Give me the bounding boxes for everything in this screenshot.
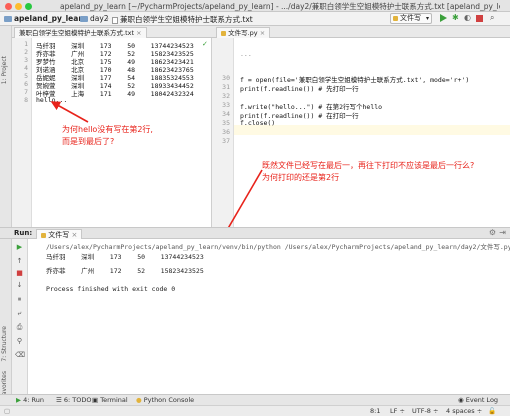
caret-position[interactable]: 8:1 — [370, 407, 380, 415]
console-output[interactable]: /Users/alex/PycharmProjects/apeland_py_l… — [28, 239, 510, 394]
status-bar: ▢ 8:1 LF ÷ UTF-8 ÷ 4 spaces ÷ 🔓 — [0, 405, 510, 416]
hide-panel-icon[interactable]: ⇥ — [499, 228, 506, 237]
console-command-line: /Users/alex/PycharmProjects/apeland_py_l… — [46, 243, 510, 251]
event-log-icon: ◉ — [458, 396, 464, 404]
run-panel-header: Run: 文件写 × ⚙ ⇥ — [0, 227, 510, 241]
python-icon — [41, 232, 46, 238]
run-panel-label: Run: — [14, 229, 33, 237]
python-icon: ● — [136, 396, 142, 404]
todo-tool-button[interactable]: ☰ 6: TODO — [56, 396, 92, 404]
event-log-tool-button[interactable]: ◉ Event Log — [458, 396, 498, 404]
pin-icon[interactable]: ⚲ — [15, 337, 24, 346]
terminal-tool-button[interactable]: ▣ Terminal — [92, 396, 128, 404]
trash-icon[interactable]: ⌫ — [15, 351, 25, 360]
close-icon[interactable]: × — [71, 231, 77, 239]
tool-window-bar: ▶ 4: Run ☰ 6: TODO ▣ Terminal ● Python C… — [0, 394, 510, 405]
console-output-line: 乔亦菲 广州 172 52 15823423525 — [46, 267, 204, 275]
rerun-icon[interactable]: ▶ — [15, 243, 24, 252]
python-console-tool-button[interactable]: ● Python Console — [136, 396, 194, 404]
soft-wrap-icon[interactable]: ⤶ — [15, 309, 24, 318]
line-separator[interactable]: LF ÷ — [390, 407, 405, 415]
indent-setting[interactable]: 4 spaces ÷ — [446, 407, 482, 415]
status-widget-icon[interactable]: ▢ — [4, 407, 10, 415]
file-encoding[interactable]: UTF-8 ÷ — [412, 407, 438, 415]
arrow-to-hello-line — [50, 101, 89, 123]
pause-icon[interactable]: ⏸ — [15, 295, 24, 304]
console-output-line: 马纤羽 深圳 173 50 13744234523 — [46, 253, 204, 261]
settings-gear-icon[interactable]: ⚙ — [489, 228, 496, 237]
run-tool-button[interactable]: ▶ 4: Run — [16, 396, 44, 404]
console-exit-line: Process finished with exit code 0 — [46, 285, 176, 293]
lock-icon[interactable]: 🔓 — [488, 407, 496, 415]
run-icon: ▶ — [16, 396, 21, 404]
run-toolbar: ▶ ↑ ■ ↓ ⏸ ⤶ ⎙ ⚲ ⌫ — [12, 239, 28, 394]
terminal-icon: ▣ — [92, 396, 99, 404]
print-icon[interactable]: ⎙ — [15, 323, 24, 332]
todo-icon: ☰ — [56, 396, 62, 404]
stop-icon[interactable]: ■ — [15, 269, 24, 278]
scroll-up-icon[interactable]: ↑ — [15, 257, 24, 266]
scroll-down-icon[interactable]: ↓ — [15, 281, 24, 290]
